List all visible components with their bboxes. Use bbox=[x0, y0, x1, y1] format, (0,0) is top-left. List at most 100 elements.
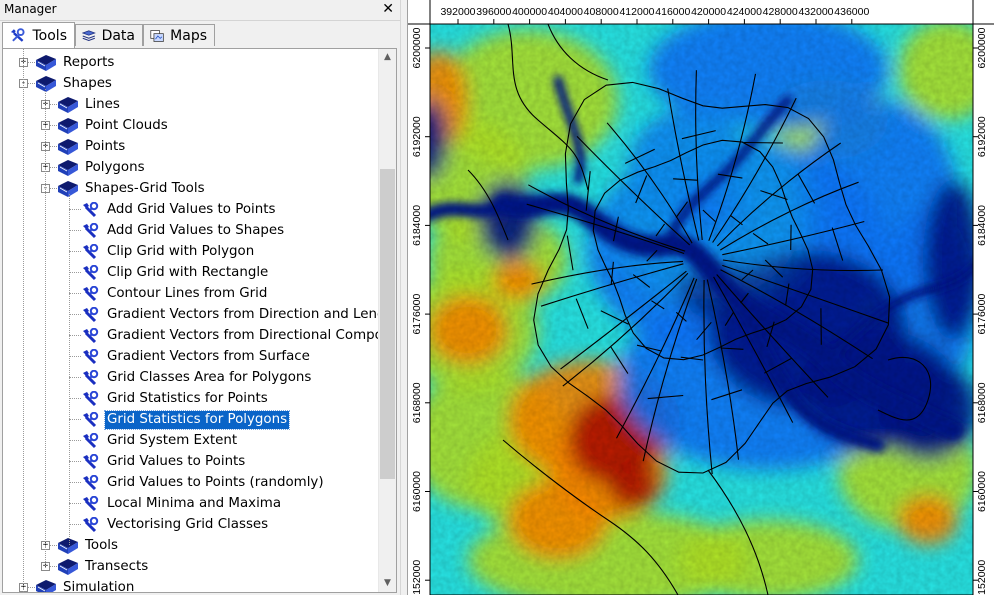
library-item[interactable]: Point Clouds bbox=[57, 115, 170, 136]
tree-item-label: Clip Grid with Polygon bbox=[107, 243, 255, 259]
tab-data[interactable]: Data bbox=[75, 24, 143, 46]
tool-item[interactable]: Contour Lines from Grid bbox=[81, 283, 269, 304]
tree-item-label: Gradient Vectors from Surface bbox=[107, 348, 310, 364]
tree-connector bbox=[69, 314, 81, 315]
tree-scrollbar[interactable]: ▲ ▼ bbox=[378, 49, 396, 592]
tool-gear-icon bbox=[83, 369, 99, 385]
tree-item-label: Gradient Vectors from Direction and Leng… bbox=[107, 306, 379, 322]
tree-connector bbox=[69, 524, 81, 525]
tool-gear-icon bbox=[83, 264, 99, 280]
tool-item[interactable]: Add Grid Values to Points bbox=[81, 199, 277, 220]
tool-gear-icon bbox=[83, 432, 99, 448]
library-book-icon bbox=[58, 537, 78, 554]
map-canvas[interactable]: 392000 396000 400000 404000 408000 412000 4160… bbox=[408, 0, 994, 595]
library-item[interactable]: Reports bbox=[35, 52, 116, 73]
x-tick-label: 396000 bbox=[476, 6, 511, 18]
library-item[interactable]: Shapes bbox=[35, 73, 114, 94]
tree-item-label: Vectorising Grid Classes bbox=[107, 516, 269, 532]
tool-item[interactable]: Grid Values to Points bbox=[81, 451, 247, 472]
y-tick-label-right: 6160000 bbox=[976, 471, 988, 512]
tool-item[interactable]: Add Grid Values to Shapes bbox=[81, 220, 286, 241]
tree-connector bbox=[69, 272, 81, 273]
y-tick-label-right: 6184000 bbox=[976, 205, 988, 246]
tool-gear-icon bbox=[83, 495, 99, 511]
library-item[interactable]: Polygons bbox=[57, 157, 147, 178]
tool-item[interactable]: Gradient Vectors from Direction and Leng… bbox=[81, 304, 379, 325]
tool-item[interactable]: Grid Statistics for Points bbox=[81, 388, 270, 409]
y-tick-label-right: 6192000 bbox=[976, 116, 988, 157]
tool-item[interactable]: Grid Statistics for Polygons bbox=[81, 409, 291, 430]
tree-item-label: Shapes bbox=[63, 75, 112, 91]
library-book-icon bbox=[58, 159, 78, 176]
library-item[interactable]: Simulation bbox=[35, 577, 136, 592]
tree-item-label: Gradient Vectors from Directional Compon… bbox=[107, 327, 379, 343]
tool-tree-box: + Reports - Shapes + Lines + Point Clouds + Point… bbox=[2, 48, 397, 593]
manager-panel: Manager ✕ Tools Data Maps + Reports - Sh… bbox=[0, 0, 400, 595]
tree-connector bbox=[69, 398, 81, 399]
scrollbar-thumb[interactable] bbox=[380, 169, 395, 479]
tool-item[interactable]: Gradient Vectors from Surface bbox=[81, 346, 312, 367]
library-item[interactable]: Tools bbox=[57, 535, 120, 556]
tree-item-label: Tools bbox=[85, 537, 118, 553]
x-tick-label: 416000 bbox=[655, 6, 690, 18]
tree-connector bbox=[69, 482, 81, 483]
tree-item-label: Simulation bbox=[63, 579, 135, 593]
tool-item[interactable]: Clip Grid with Rectangle bbox=[81, 262, 270, 283]
x-tick-label: 400000 bbox=[512, 6, 547, 18]
y-tick-label-left: 6200000 bbox=[411, 27, 423, 68]
tool-item[interactable]: Grid Values to Points (randomly) bbox=[81, 472, 326, 493]
tool-item[interactable]: Grid Classes Area for Polygons bbox=[81, 367, 313, 388]
x-tick-label: 428000 bbox=[763, 6, 798, 18]
tool-item[interactable]: Vectorising Grid Classes bbox=[81, 514, 270, 535]
map-view[interactable]: 392000 396000 400000 404000 408000 412000 4160… bbox=[407, 0, 994, 595]
y-tick-label-left: 6160000 bbox=[411, 471, 423, 512]
tool-item[interactable]: Clip Grid with Polygon bbox=[81, 241, 256, 262]
tree-connector bbox=[69, 461, 81, 462]
tree-item-label: Transects bbox=[85, 558, 149, 574]
tool-item[interactable]: Local Minima and Maxima bbox=[81, 493, 283, 514]
tree-guide bbox=[69, 194, 70, 545]
x-tick-label: 424000 bbox=[727, 6, 762, 18]
tree-connector bbox=[69, 377, 81, 378]
library-item[interactable]: Points bbox=[57, 136, 127, 157]
panel-splitter[interactable] bbox=[400, 0, 407, 595]
y-tick-label-right: 6152000 bbox=[976, 560, 988, 595]
tree-item-label: Shapes-Grid Tools bbox=[85, 180, 205, 196]
tree-item-label: Grid Values to Points bbox=[107, 453, 246, 469]
maps-icon bbox=[150, 29, 164, 42]
tool-item[interactable]: Grid System Extent bbox=[81, 430, 239, 451]
tree-connector bbox=[69, 335, 81, 336]
tree-connector bbox=[69, 356, 81, 357]
data-stack-icon bbox=[82, 29, 96, 41]
library-book-icon bbox=[58, 117, 78, 134]
library-item[interactable]: Shapes-Grid Tools bbox=[57, 178, 207, 199]
y-tick-label-left: 6152000 bbox=[411, 560, 423, 595]
library-item[interactable]: Transects bbox=[57, 556, 150, 577]
manager-title: Manager bbox=[4, 2, 57, 16]
scroll-up-arrow-icon[interactable]: ▲ bbox=[379, 49, 396, 66]
library-book-icon bbox=[58, 180, 78, 197]
library-book-icon bbox=[58, 138, 78, 155]
tool-gear-icon bbox=[83, 306, 99, 322]
scroll-down-arrow-icon[interactable]: ▼ bbox=[379, 575, 396, 592]
tab-maps[interactable]: Maps bbox=[143, 24, 215, 46]
library-book-icon bbox=[36, 54, 56, 71]
library-book-icon bbox=[36, 579, 56, 592]
tree-item-label: Local Minima and Maxima bbox=[107, 495, 282, 511]
tree-connector bbox=[69, 230, 81, 231]
library-item[interactable]: Lines bbox=[57, 94, 122, 115]
tree-item-label: Clip Grid with Rectangle bbox=[107, 264, 269, 280]
close-icon[interactable]: ✕ bbox=[382, 1, 394, 17]
tool-gear-icon bbox=[83, 411, 99, 427]
tool-gear-icon bbox=[83, 390, 99, 406]
tree-connector bbox=[69, 209, 81, 210]
tool-item[interactable]: Gradient Vectors from Directional Compon… bbox=[81, 325, 379, 346]
tree-item-label: Add Grid Values to Points bbox=[107, 201, 276, 217]
tool-gear-icon bbox=[83, 474, 99, 490]
tree-guide bbox=[45, 89, 46, 566]
tool-gear-icon bbox=[83, 516, 99, 532]
y-tick-label-right: 6200000 bbox=[976, 27, 988, 68]
tree-item-label: Reports bbox=[63, 54, 115, 70]
tab-tools[interactable]: Tools bbox=[2, 22, 75, 48]
tree-item-label: Point Clouds bbox=[85, 117, 168, 133]
